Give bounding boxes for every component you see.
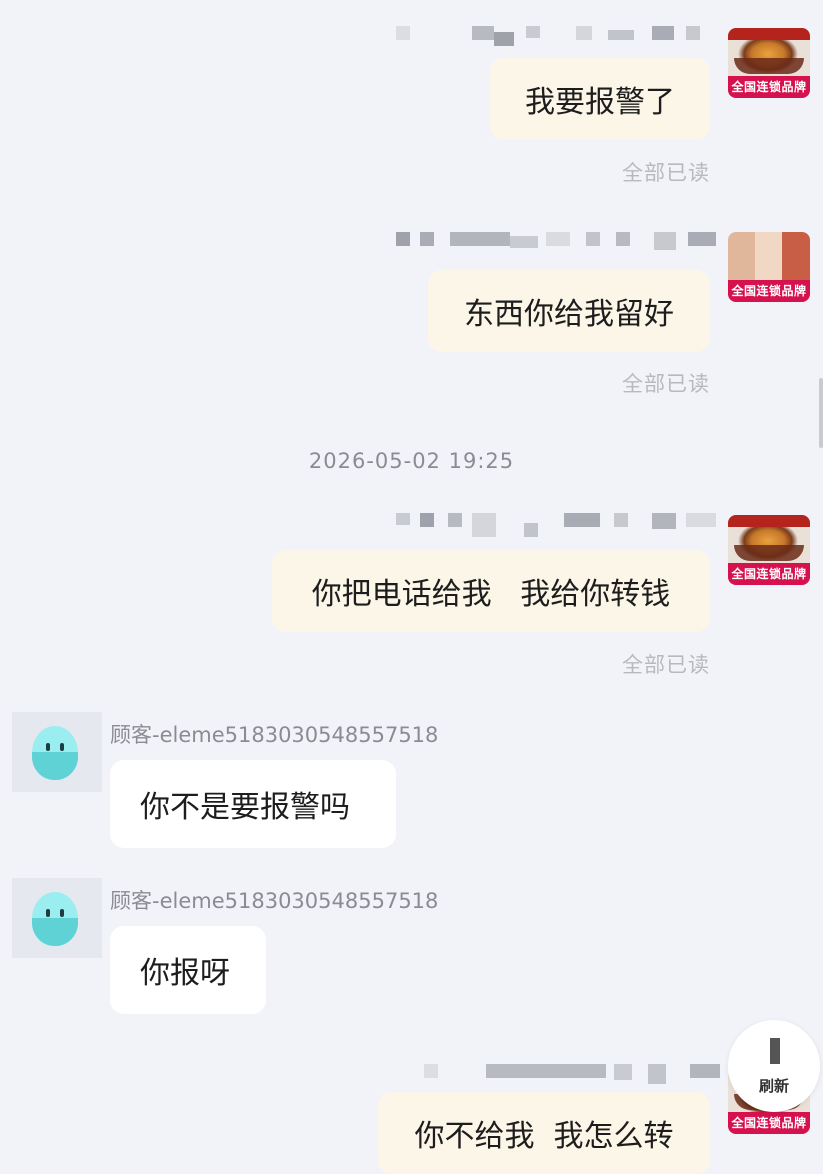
masked-face-icon [32,726,78,780]
food-dish-icon [728,28,810,76]
outgoing-message[interactable]: 你把电话给我 我给你转钱 [272,550,710,632]
message-text: 你把电话给我 我给你转钱 [311,577,671,612]
merchant-avatar[interactable]: 全国连锁品牌 [728,28,810,98]
refresh-label: 刷新 [758,1077,789,1095]
sender-name-pixelated [424,1064,724,1084]
refresh-button[interactable]: 刷新 [728,1020,820,1112]
customer-name: 顾客-eleme5183030548557518 [110,889,439,913]
message-text: 你不给我 我怎么转 [414,1119,674,1154]
message-text: 你报呀 [140,956,230,991]
outgoing-message[interactable]: 你不给我 我怎么转 [378,1092,710,1174]
food-dish-icon [728,232,810,280]
message-timestamp: 2026-05-02 19:25 [308,449,515,473]
incoming-message[interactable]: 你不是要报警吗 [110,760,396,848]
merchant-avatar[interactable]: 全国连锁品牌 [728,515,810,585]
customer-avatar[interactable] [12,712,102,792]
masked-face-icon [32,892,78,946]
incoming-message[interactable]: 你报呀 [110,926,266,1014]
sender-name-pixelated [396,232,720,252]
scrollbar[interactable] [819,378,823,448]
sender-name-pixelated [396,513,720,537]
outgoing-message[interactable]: 我要报警了 [490,58,710,140]
brand-badge: 全国连锁品牌 [728,563,810,585]
brand-badge: 全国连锁品牌 [728,76,810,98]
food-dish-icon [728,515,810,563]
customer-name: 顾客-eleme5183030548557518 [110,723,439,747]
message-text: 东西你给我留好 [464,297,674,332]
message-text: 我要报警了 [525,85,675,120]
read-status: 全部已读 [622,653,710,677]
read-status: 全部已读 [622,372,710,396]
message-text: 你不是要报警吗 [140,790,350,825]
customer-avatar[interactable] [12,878,102,958]
brand-badge: 全国连锁品牌 [728,1112,810,1134]
brand-badge: 全国连锁品牌 [728,280,810,302]
merchant-avatar[interactable]: 全国连锁品牌 [728,232,810,302]
outgoing-message[interactable]: 东西你给我留好 [428,270,710,352]
refresh-icon [770,1038,780,1064]
sender-name-pixelated [396,26,716,46]
read-status: 全部已读 [622,161,710,185]
